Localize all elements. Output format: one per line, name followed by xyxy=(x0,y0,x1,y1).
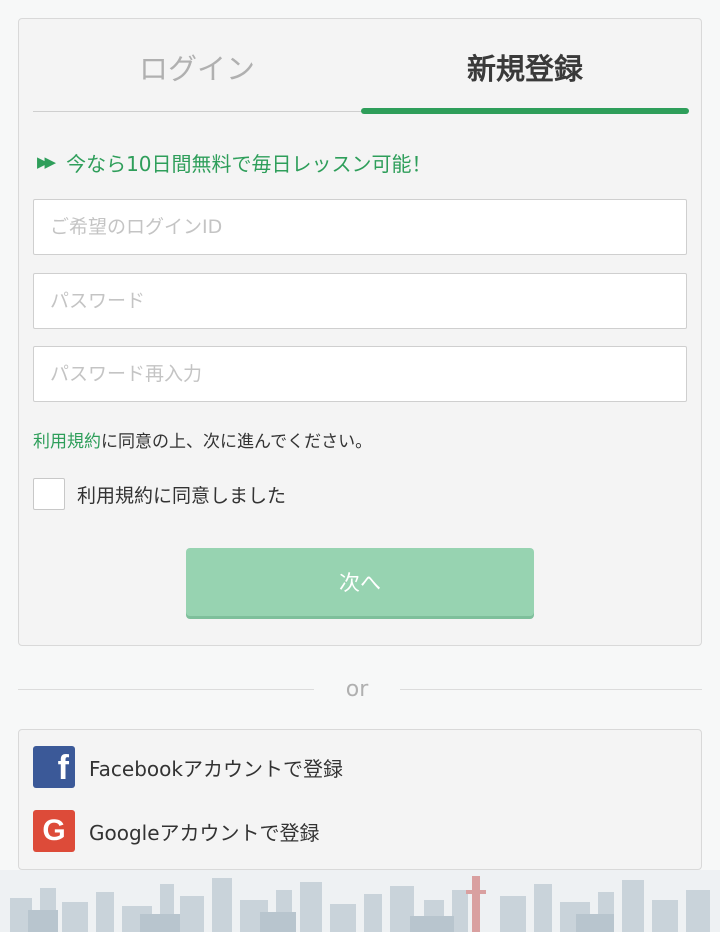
terms-note-text: に同意の上、次に進んでください。 xyxy=(101,432,373,452)
or-divider: or xyxy=(18,668,702,712)
terms-note: 利用規約に同意の上、次に進んでください。 xyxy=(33,427,372,452)
promo-text: 今なら10日間無料で毎日レッスン可能！ xyxy=(66,151,432,176)
or-text: or xyxy=(345,677,369,702)
password-input[interactable] xyxy=(33,273,687,329)
facebook-icon: f xyxy=(33,746,75,788)
tab-divider xyxy=(33,111,361,112)
agree-row: 利用規約に同意しました xyxy=(33,478,286,510)
signup-card: ログイン 新規登録 ▶▶ 今なら10日間無料で毎日レッスン可能！ 利用規約に同意… xyxy=(18,18,702,646)
password-confirm-input[interactable] xyxy=(33,346,687,402)
divider-line-left xyxy=(18,689,314,690)
login-id-input[interactable] xyxy=(33,199,687,255)
next-button[interactable]: 次へ xyxy=(186,548,534,616)
agree-checkbox[interactable] xyxy=(33,478,65,510)
terms-link[interactable]: 利用規約 xyxy=(33,432,101,452)
google-signup-button[interactable]: G Googleアカウントで登録 xyxy=(33,810,320,852)
auth-tabs: ログイン 新規登録 xyxy=(33,19,689,115)
google-signup-label: Googleアカウントで登録 xyxy=(89,820,320,845)
facebook-signup-button[interactable]: f Facebookアカウントで登録 xyxy=(33,746,343,788)
divider-line-right xyxy=(400,689,702,690)
promo-banner: ▶▶ 今なら10日間無料で毎日レッスン可能！ xyxy=(37,147,432,177)
google-icon: G xyxy=(33,810,75,852)
agree-label[interactable]: 利用規約に同意しました xyxy=(77,481,286,508)
social-signup-card: f Facebookアカウントで登録 G Googleアカウントで登録 xyxy=(18,729,702,870)
facebook-signup-label: Facebookアカウントで登録 xyxy=(89,756,343,781)
double-chevron-right-icon: ▶▶ xyxy=(37,153,56,171)
tab-login[interactable]: ログイン xyxy=(33,19,361,115)
tab-register[interactable]: 新規登録 xyxy=(361,19,689,115)
tab-active-indicator xyxy=(361,108,689,114)
city-skyline-background xyxy=(0,870,720,932)
